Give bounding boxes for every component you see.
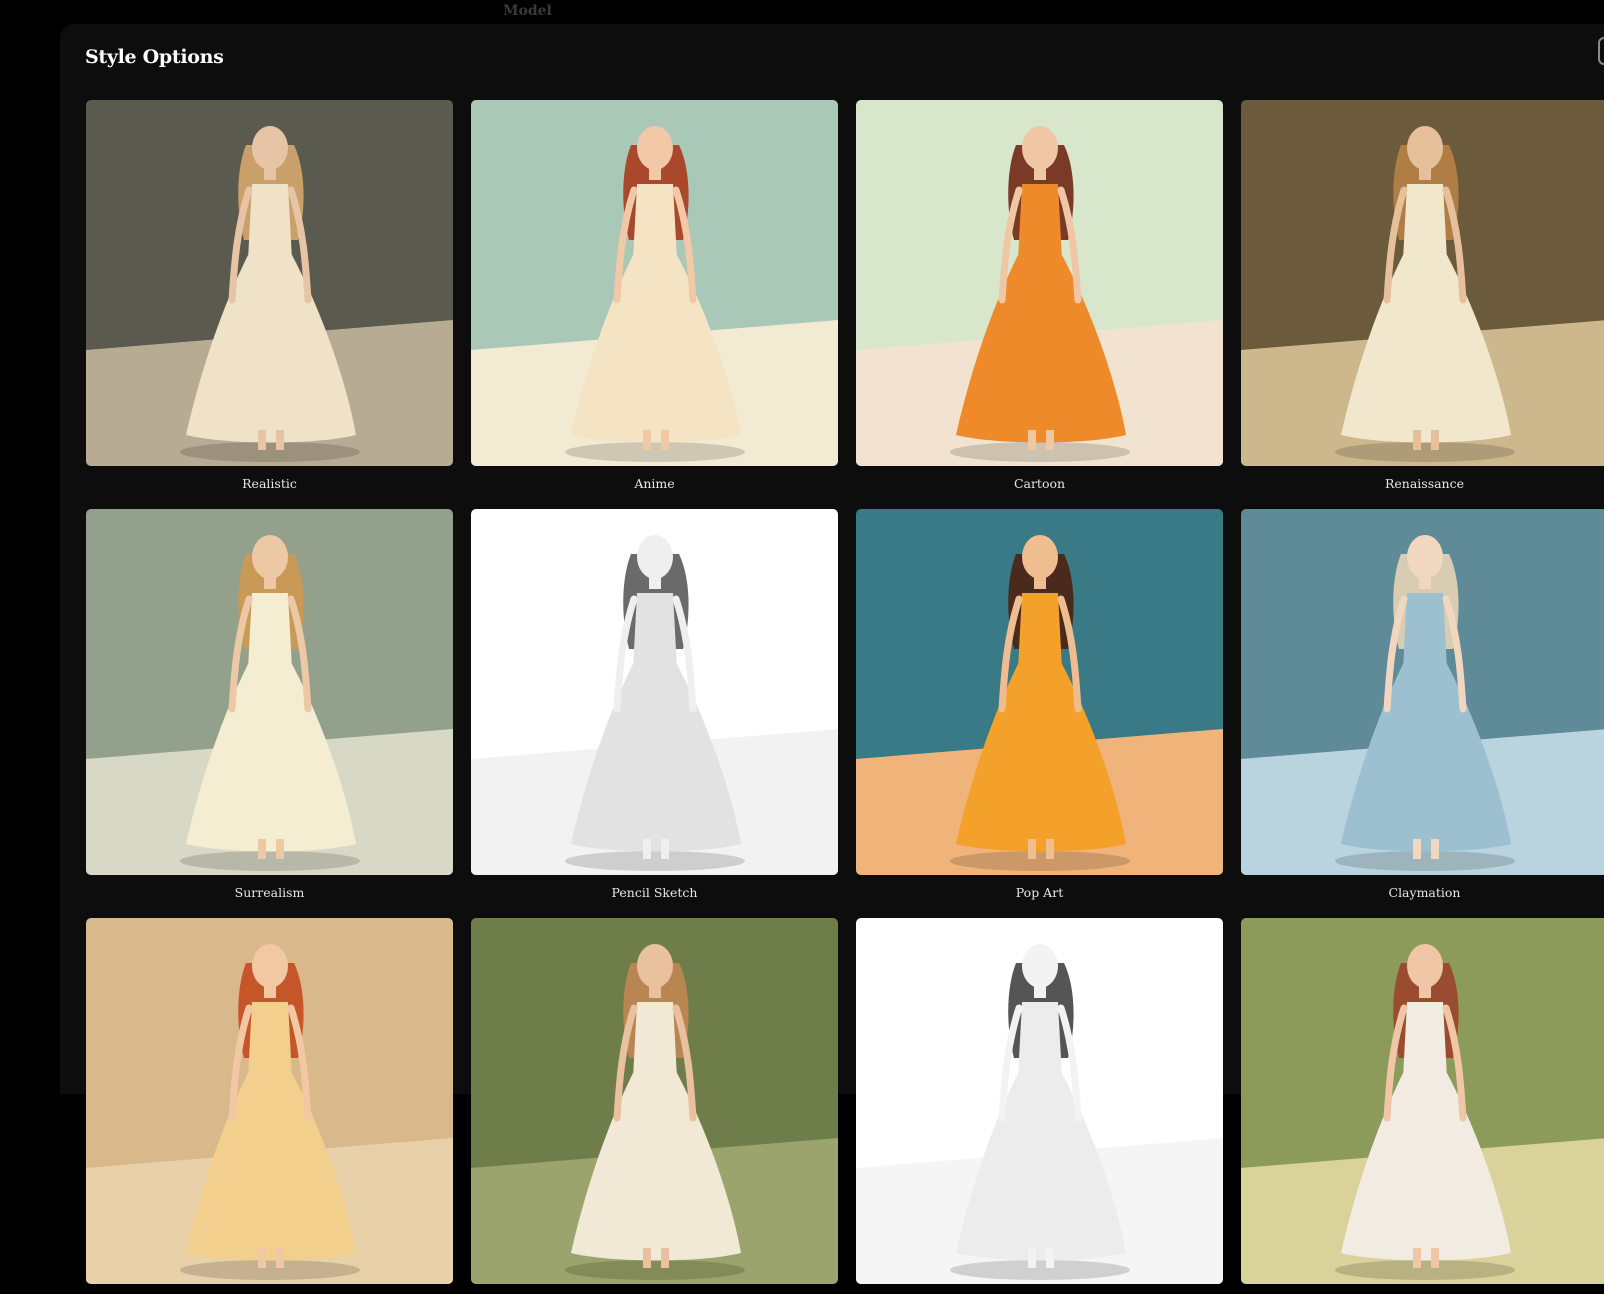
style-thumbnail[interactable]: [856, 100, 1223, 466]
style-label: Anime: [634, 476, 675, 491]
style-card[interactable]: Anime: [471, 100, 838, 491]
style-label: Pencil Sketch: [611, 885, 698, 900]
image-icon: [856, 509, 1223, 875]
image-icon: [856, 100, 1223, 466]
style-card[interactable]: Pencil Sketch: [471, 509, 838, 900]
style-label: Claymation: [1388, 885, 1461, 900]
style-card[interactable]: Renaissance: [1241, 100, 1604, 491]
style-thumbnail[interactable]: [856, 918, 1223, 1284]
image-icon: [1241, 100, 1604, 466]
model-label: Model: [503, 3, 552, 19]
image-icon: [86, 509, 453, 875]
style-label: Pop Art: [1015, 885, 1064, 900]
style-label: Surrealism: [234, 885, 305, 900]
style-thumbnail[interactable]: [471, 918, 838, 1284]
style-options-modal: Style Options Realistic Anime Cartoon Re…: [60, 24, 1604, 1284]
image-icon: [1241, 509, 1604, 875]
style-card[interactable]: Pop Art: [856, 509, 1223, 900]
style-label: Renaissance: [1384, 476, 1465, 491]
style-card[interactable]: Cartoon: [856, 100, 1223, 491]
close-icon[interactable]: [1598, 37, 1604, 65]
style-card[interactable]: Surrealism: [86, 509, 453, 900]
image-icon: [471, 918, 838, 1284]
modal-title: Style Options: [85, 46, 224, 68]
image-icon: [86, 100, 453, 466]
style-thumbnail[interactable]: [86, 918, 453, 1284]
style-thumbnail[interactable]: [471, 100, 838, 466]
style-thumbnail[interactable]: [471, 509, 838, 875]
style-label: Realistic: [242, 476, 297, 491]
style-card[interactable]: Claymation: [1241, 509, 1604, 900]
top-bar: Model: [0, 0, 1604, 24]
style-label: Cartoon: [1013, 476, 1066, 491]
style-thumbnail[interactable]: [1241, 918, 1604, 1284]
style-card[interactable]: [856, 918, 1223, 1294]
style-thumbnail[interactable]: [1241, 509, 1604, 875]
style-card[interactable]: [471, 918, 838, 1294]
style-card[interactable]: Realistic: [86, 100, 453, 491]
image-icon: [86, 918, 453, 1284]
image-icon: [856, 918, 1223, 1284]
style-thumbnail[interactable]: [86, 509, 453, 875]
style-card[interactable]: [1241, 918, 1604, 1294]
style-thumbnail[interactable]: [86, 100, 453, 466]
image-icon: [1241, 918, 1604, 1284]
image-icon: [471, 100, 838, 466]
style-card[interactable]: [86, 918, 453, 1294]
style-thumbnail[interactable]: [856, 509, 1223, 875]
image-icon: [471, 509, 838, 875]
style-thumbnail[interactable]: [1241, 100, 1604, 466]
